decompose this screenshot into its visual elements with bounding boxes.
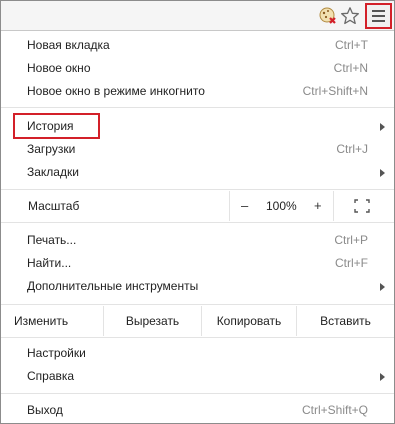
menu-item-label: Новое окно в режиме инкогнито [27,84,205,98]
menu-item-new-tab[interactable]: Новая вкладка Ctrl+T [0,34,393,57]
menu-item-new-window[interactable]: Новое окно Ctrl+N [0,57,393,80]
menu-item-label: Печать... [27,233,77,247]
cut-button[interactable]: Вырезать [103,306,201,336]
cookie-blocked-icon[interactable] [319,7,337,25]
menu-item-bookmarks[interactable]: Закладки [0,161,393,184]
menu-item-exit[interactable]: Выход Ctrl+Shift+Q [0,399,393,422]
menu-item-shortcut: Ctrl+Shift+Q [301,403,368,417]
menu-item-label: Найти... [27,256,72,270]
zoom-label: Масштаб [28,199,80,213]
zoom-in-button[interactable]: + [314,198,322,213]
menu-item-shortcut: Ctrl+T [335,38,368,52]
menu-item-label: Дополнительные инструменты [27,279,199,293]
menu-separator [1,189,394,190]
menu-separator [1,222,394,223]
menu-separator [1,393,394,394]
menu-item-label: Справка [27,369,75,383]
zoom-value: 100% [266,199,297,213]
menu-item-shortcut: Ctrl+J [336,142,368,156]
submenu-arrow-icon [380,373,385,381]
fullscreen-icon[interactable] [354,199,370,213]
toolbar [1,1,394,31]
menu-item-downloads[interactable]: Загрузки Ctrl+J [0,138,393,161]
menu-item-shortcut: Ctrl+N [333,61,368,75]
menu-item-label: Новая вкладка [27,38,110,52]
zoom-row: Масштаб – 100% + [1,191,394,221]
menu-item-label: Закладки [27,165,79,179]
edit-label: Изменить [14,314,69,328]
menu-item-shortcut: Ctrl+P [334,233,368,247]
menu-item-more-tools[interactable]: Дополнительные инструменты [0,275,393,298]
menu-item-label: Новое окно [27,61,91,75]
zoom-out-button[interactable]: – [241,198,248,213]
copy-button[interactable]: Копировать [201,306,296,336]
menu-item-shortcut: Ctrl+F [335,256,368,270]
menu-item-find[interactable]: Найти... Ctrl+F [0,252,393,275]
menu-item-label: Загрузки [27,142,76,156]
paste-button[interactable]: Вставить [296,306,394,336]
menu-item-help[interactable]: Справка [0,365,393,388]
menu-item-shortcut: Ctrl+Shift+N [302,84,368,98]
hamburger-menu-icon[interactable] [365,3,392,29]
menu-item-label: Выход [27,403,63,417]
submenu-arrow-icon [380,123,385,131]
menu-item-settings[interactable]: Настройки [0,342,393,365]
history-highlight-box [13,113,100,139]
menu-separator [1,304,394,305]
menu-item-print[interactable]: Печать... Ctrl+P [0,229,393,252]
submenu-arrow-icon [380,283,385,291]
menu-item-new-incognito[interactable]: Новое окно в режиме инкогнито Ctrl+Shift… [0,80,393,103]
zoom-controls: – 100% + [229,191,334,221]
menu-separator [1,337,394,338]
menu-separator [1,107,394,108]
submenu-arrow-icon [380,169,385,177]
edit-row: Изменить Вырезать Копировать Вставить [1,306,394,336]
menu-item-label: Настройки [27,346,86,360]
star-icon[interactable] [340,6,360,26]
